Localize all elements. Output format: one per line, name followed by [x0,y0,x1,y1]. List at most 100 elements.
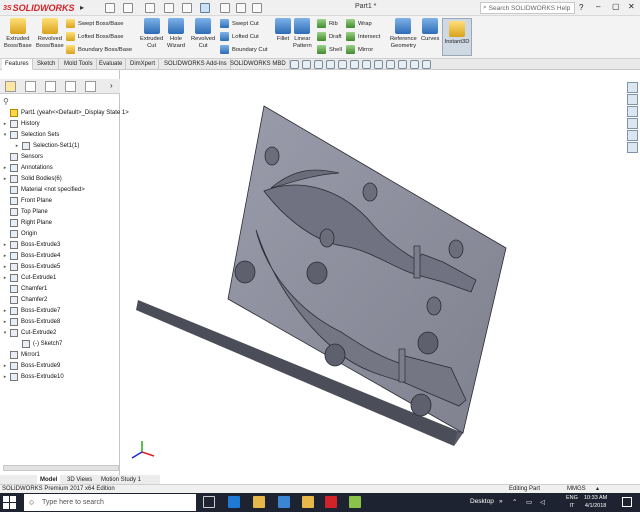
expand-arrow-icon[interactable]: ▸ [2,275,8,281]
save-icon[interactable] [145,3,155,13]
dynamic-annotation-icon[interactable] [338,60,347,69]
tree-item[interactable]: ▸ Boss-Extrude10 [0,371,64,382]
expand-arrow-icon[interactable]: ▸ [2,165,8,171]
tab-dimxpert[interactable]: DimXpert [127,59,160,70]
tree-item[interactable]: ▸ Boss-Extrude9 [0,360,60,371]
shell-button[interactable]: Shell [317,45,342,54]
status-units[interactable]: MMGS [567,486,586,492]
section-view-icon[interactable] [326,60,335,69]
filter-icon[interactable]: ⚲ [3,97,9,106]
expand-arrow-icon[interactable]: ▸ [2,121,8,127]
open-icon[interactable] [123,3,133,13]
solidworks-logo[interactable]: 3S SOLIDWORKS [3,2,75,14]
expand-arrow-icon[interactable]: ▸ [2,363,8,369]
lofted-boss-button[interactable]: Lofted Boss/Base [66,32,123,41]
select-icon[interactable] [200,3,210,13]
zoom-to-fit-icon[interactable] [290,60,299,69]
minimize-icon[interactable]: – [596,2,600,11]
tree-item[interactable]: (-) Sketch7 [0,338,62,349]
display-manager-icon[interactable] [85,81,96,92]
resources-icon[interactable] [627,94,638,105]
clock[interactable]: 10:33 AM 4/1/2018 [584,494,607,510]
volume-icon[interactable]: ◁ [540,498,545,506]
tree-item[interactable]: Chamfer2 [0,294,47,305]
tree-item[interactable]: ▸ Cut-Extrude1 [0,272,56,283]
options-icon[interactable] [252,3,262,13]
tree-item[interactable]: ▸ Solid Bodies(6) [0,173,62,184]
tree-item[interactable]: ▸ Boss-Extrude7 [0,305,60,316]
app-taskbar-icon[interactable] [349,496,361,508]
apply-scene-icon[interactable] [398,60,407,69]
network-icon[interactable]: ▭ [526,498,532,506]
feature-manager-tree-icon[interactable] [5,81,16,92]
language-indicator[interactable]: ENG IT [566,494,578,510]
swept-boss-button[interactable]: Swept Boss/Base [66,19,123,28]
tree-item[interactable]: ▸ Boss-Extrude8 [0,316,60,327]
configuration-manager-icon[interactable] [45,81,56,92]
tree-item[interactable]: Mirror1 [0,349,40,360]
boundary-boss-button[interactable]: Boundary Boss/Base [66,45,132,54]
file-properties-icon[interactable] [236,3,246,13]
expand-arrow-icon[interactable]: ▸ [14,143,20,149]
edge-browser-icon[interactable] [228,496,240,508]
expand-arrow-icon[interactable]: ▾ [2,330,8,336]
draft-button[interactable]: Draft [317,32,342,41]
rib-button[interactable]: Rib [317,19,338,28]
tab-features[interactable]: Features [2,59,33,70]
revolved-boss-button[interactable]: Revolved Boss/Base [36,18,64,50]
tab-solidworks-mbd[interactable]: SOLIDWORKS MBD [227,59,290,70]
expand-arrow-icon[interactable]: ▸ [2,319,8,325]
extruded-boss-button[interactable]: Extruded Boss/Base [4,18,32,50]
expand-arrow-icon[interactable]: ▸ [2,264,8,270]
lofted-cut-button[interactable]: Lofted Cut [220,32,259,41]
tray-overflow-icon[interactable]: ⌃ [512,498,517,506]
property-manager-icon[interactable] [25,81,36,92]
close-icon[interactable]: ✕ [628,2,635,11]
expand-arrow-icon[interactable]: ▸ [2,308,8,314]
reference-geometry-button[interactable]: Reference Geometry [390,18,417,50]
print-icon[interactable] [164,3,174,13]
help-icon[interactable]: ? [579,3,583,12]
tab-evaluate[interactable]: Evaluate [96,59,127,70]
view-settings-icon[interactable] [410,60,419,69]
tree-item[interactable]: Chamfer1 [0,283,47,294]
display-style-icon[interactable] [362,60,371,69]
wrap-button[interactable]: Wrap [346,19,372,28]
appearances-icon[interactable] [627,142,638,153]
task-view-icon[interactable] [203,496,215,508]
new-document-icon[interactable] [105,3,115,13]
solidworks-taskbar-icon[interactable] [325,496,337,508]
design-library-icon[interactable] [627,106,638,117]
rebuild-icon[interactable] [220,3,230,13]
undo-icon[interactable] [182,3,192,13]
tree-item[interactable]: Front Plane [0,195,52,206]
desktop-chevron-icon[interactable]: » [499,498,503,505]
file-explorer-icon[interactable] [627,118,638,129]
maximize-icon[interactable]: ▢ [612,2,620,11]
tree-item[interactable]: Material <not specified> [0,184,85,195]
tree-item[interactable]: Right Plane [0,217,52,228]
tree-item[interactable]: ▾ Cut-Extrude2 [0,327,56,338]
swept-cut-button[interactable]: Swept Cut [220,19,259,28]
tree-item[interactable]: ▸ History [0,118,40,129]
view-palette-icon[interactable] [627,130,638,141]
expand-arrow-icon[interactable]: ▸ [2,242,8,248]
tree-item[interactable]: Part1 (yeah<<Default>_Display State 1> [0,107,129,118]
monitor-display-icon[interactable] [422,60,431,69]
edit-appearance-icon[interactable] [386,60,395,69]
tree-item[interactable]: ▾ Selection Sets [0,129,59,140]
taskbar-search-input[interactable]: ○ Type here to search [24,494,196,511]
expand-arrow-icon[interactable]: ▸ [2,176,8,182]
tab-solidworks-add-ins[interactable]: SOLIDWORKS Add-Ins [161,59,231,70]
store-icon[interactable] [278,496,290,508]
fillet-button[interactable]: Fillet [275,18,291,43]
tree-item[interactable]: Sensors [0,151,43,162]
tree-item[interactable]: Top Plane [0,206,48,217]
tree-item[interactable]: ▸ Boss-Extrude4 [0,250,60,261]
extruded-cut-button[interactable]: Extruded Cut [140,18,163,50]
intersect-button[interactable]: Intersect [346,32,380,41]
home-icon[interactable] [627,82,638,93]
instant3d-button[interactable]: Instant3D [442,18,472,56]
tab-sketch[interactable]: Sketch [34,59,60,70]
hole-wizard-button[interactable]: Hole Wizard [167,18,185,50]
